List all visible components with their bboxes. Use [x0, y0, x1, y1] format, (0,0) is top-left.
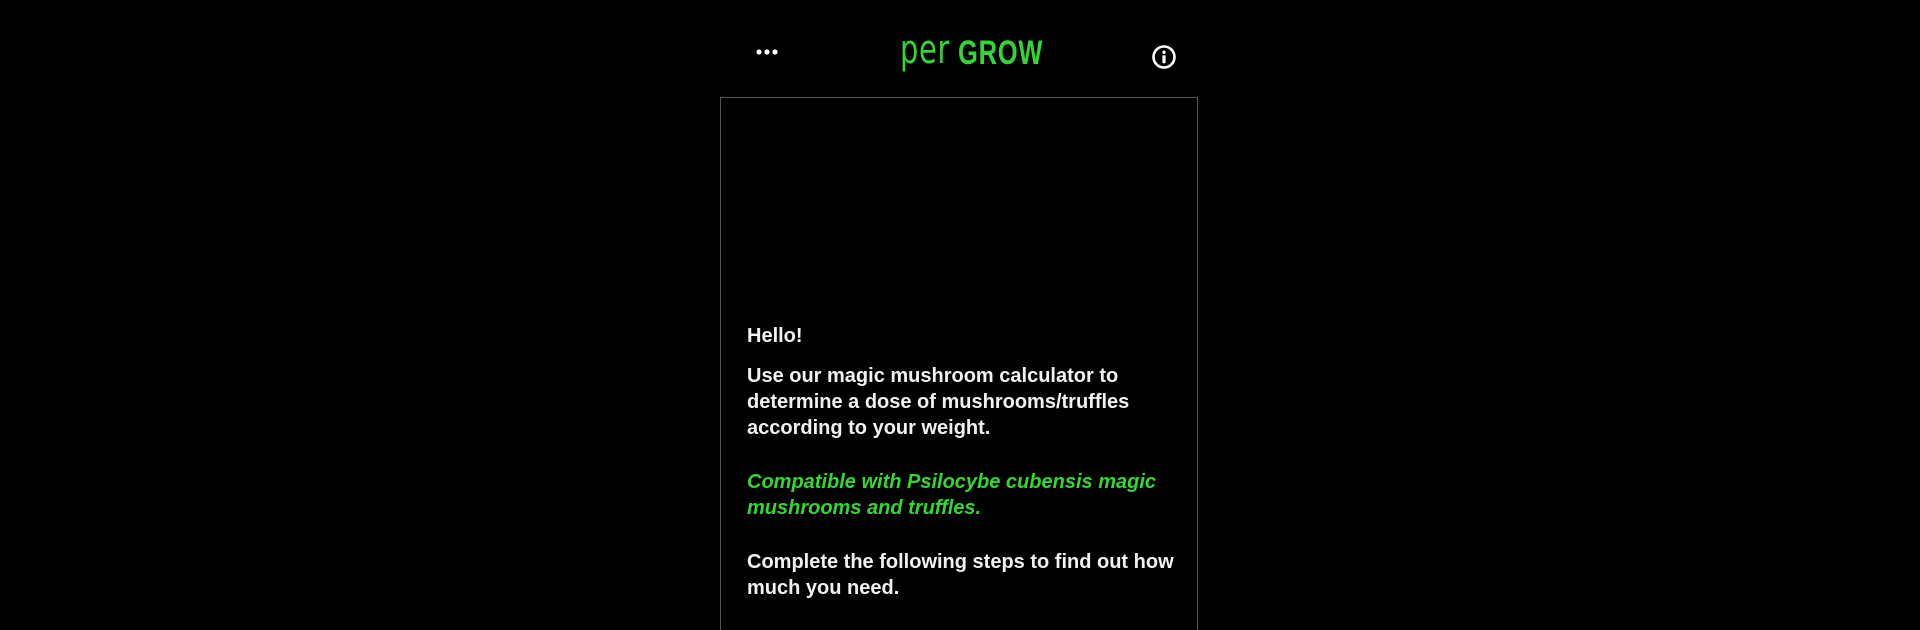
- ellipsis-icon: [756, 49, 778, 55]
- intro-section: Hello! Use our magic mushroom calculator…: [747, 323, 1187, 601]
- description-text: Use our magic mushroom calculator to det…: [747, 365, 1130, 439]
- logo-suffix: GROW: [958, 34, 1044, 72]
- app-header: per GROW: [720, 0, 1200, 97]
- logo-prefix: per: [900, 27, 951, 73]
- instructions-text: Complete the following steps to find out…: [747, 551, 1174, 599]
- page: per GROW Hello! Use our magic mushroom c…: [0, 0, 1920, 630]
- greeting-text: Hello!: [747, 325, 803, 347]
- compatibility-note: Compatible with Psilocybe cubensis magic…: [747, 471, 1156, 519]
- calculator-card: Hello! Use our magic mushroom calculator…: [720, 97, 1198, 630]
- info-button[interactable]: [1151, 44, 1177, 70]
- menu-button[interactable]: [752, 40, 782, 64]
- info-icon: [1152, 45, 1176, 69]
- brand-logo[interactable]: per GROW: [900, 30, 1072, 82]
